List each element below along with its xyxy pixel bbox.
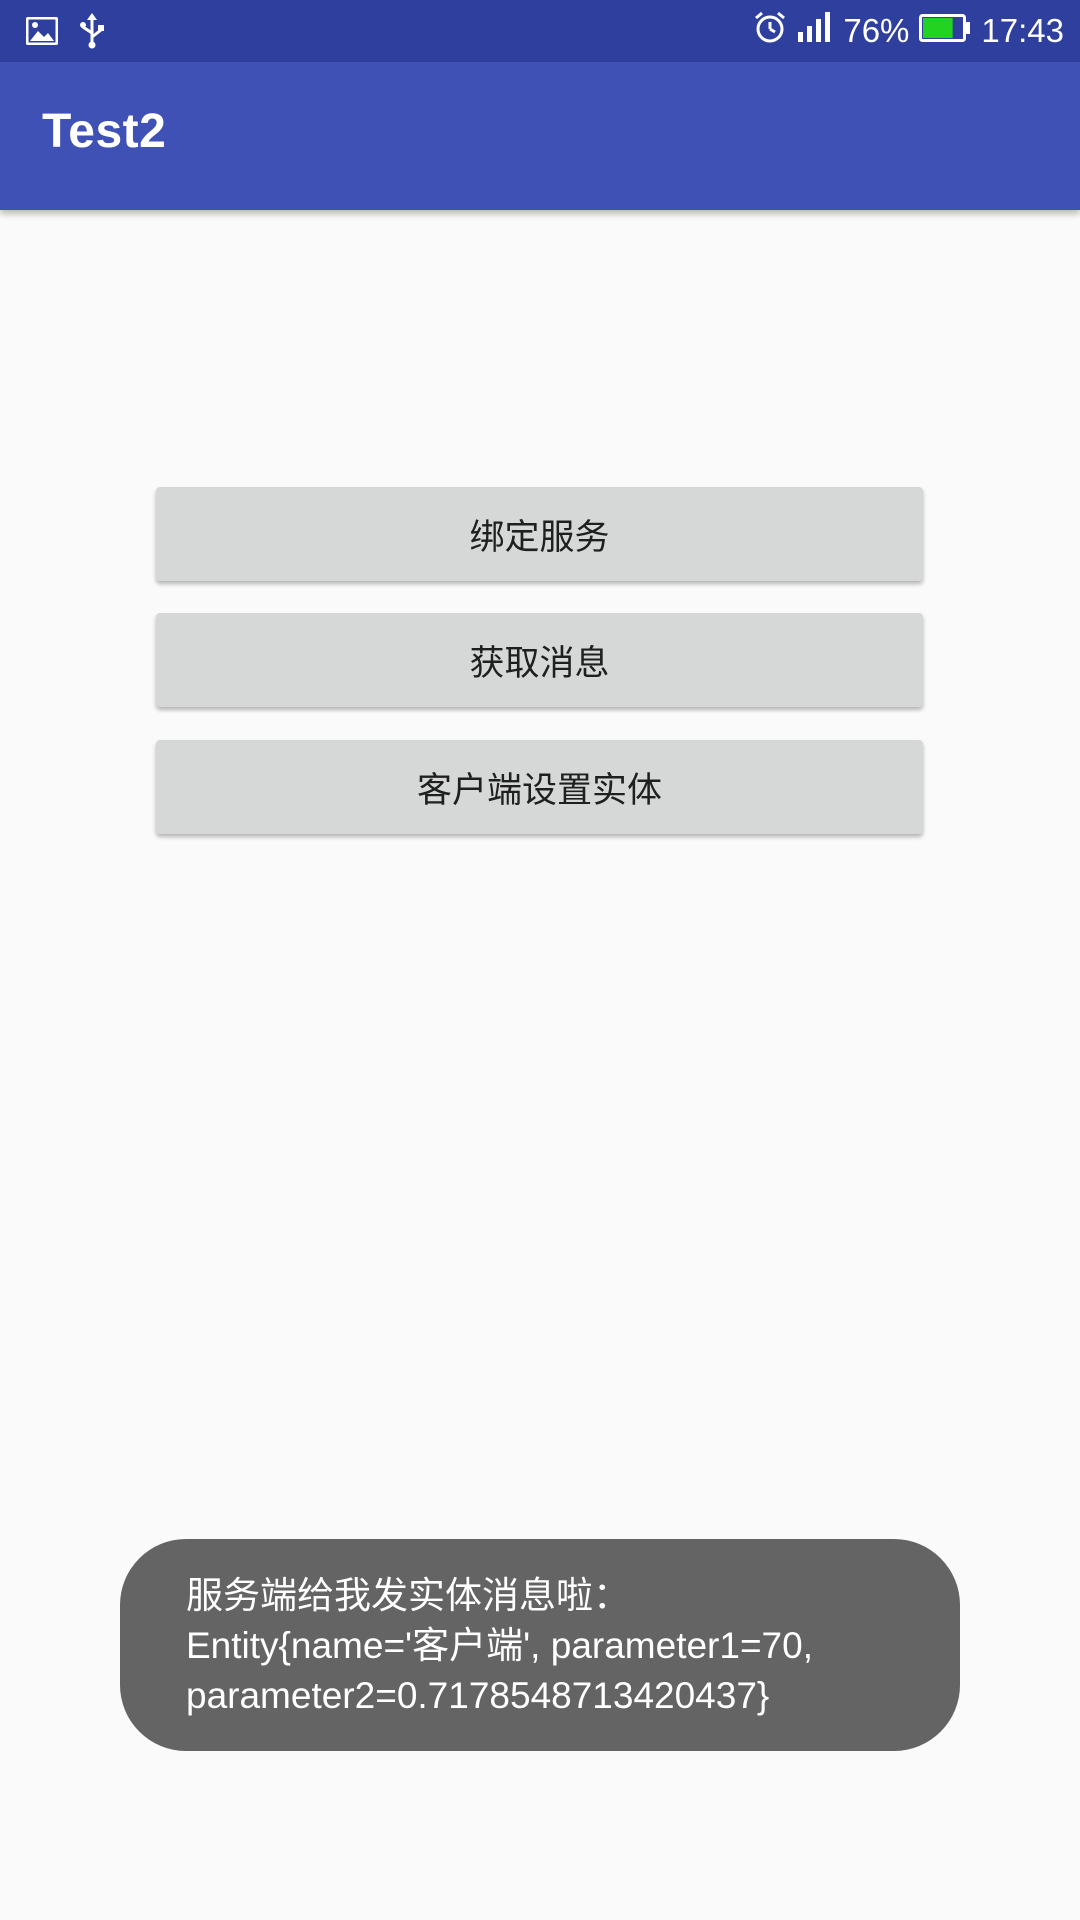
- toast-line: Entity{name='客户端', parameter1=70,: [186, 1625, 813, 1666]
- get-message-button[interactable]: 获取消息: [156, 613, 923, 707]
- client-set-entity-button[interactable]: 客户端设置实体: [156, 740, 923, 834]
- battery-level-fill: [923, 18, 954, 38]
- bind-service-button-label: 绑定服务: [469, 517, 610, 558]
- status-bar-left: [25, 13, 106, 53]
- signal-icon: [797, 12, 833, 50]
- toast-line: parameter2=0.7178548713420437}: [186, 1675, 770, 1716]
- client-set-entity-button-label: 客户端设置实体: [416, 770, 662, 811]
- alarm-icon: [753, 10, 787, 52]
- app-bar: Test2: [0, 62, 1080, 210]
- status-time: 17:43: [981, 12, 1064, 49]
- status-bar: 76% 17:43: [0, 0, 1080, 62]
- bind-service-button[interactable]: 绑定服务: [156, 487, 923, 581]
- app-title: Test2: [42, 105, 167, 158]
- toast-line: 服务端给我发实体消息啦：: [186, 1575, 630, 1616]
- usb-icon: [78, 13, 106, 53]
- battery-icon: [919, 12, 971, 50]
- toast-message: 服务端给我发实体消息啦： Entity{name='客户端', paramete…: [120, 1539, 960, 1751]
- image-icon: [25, 16, 59, 49]
- get-message-button-label: 获取消息: [469, 643, 610, 684]
- status-bar-right: 76% 17:43: [753, 0, 1064, 62]
- battery-percent: 76%: [843, 12, 910, 49]
